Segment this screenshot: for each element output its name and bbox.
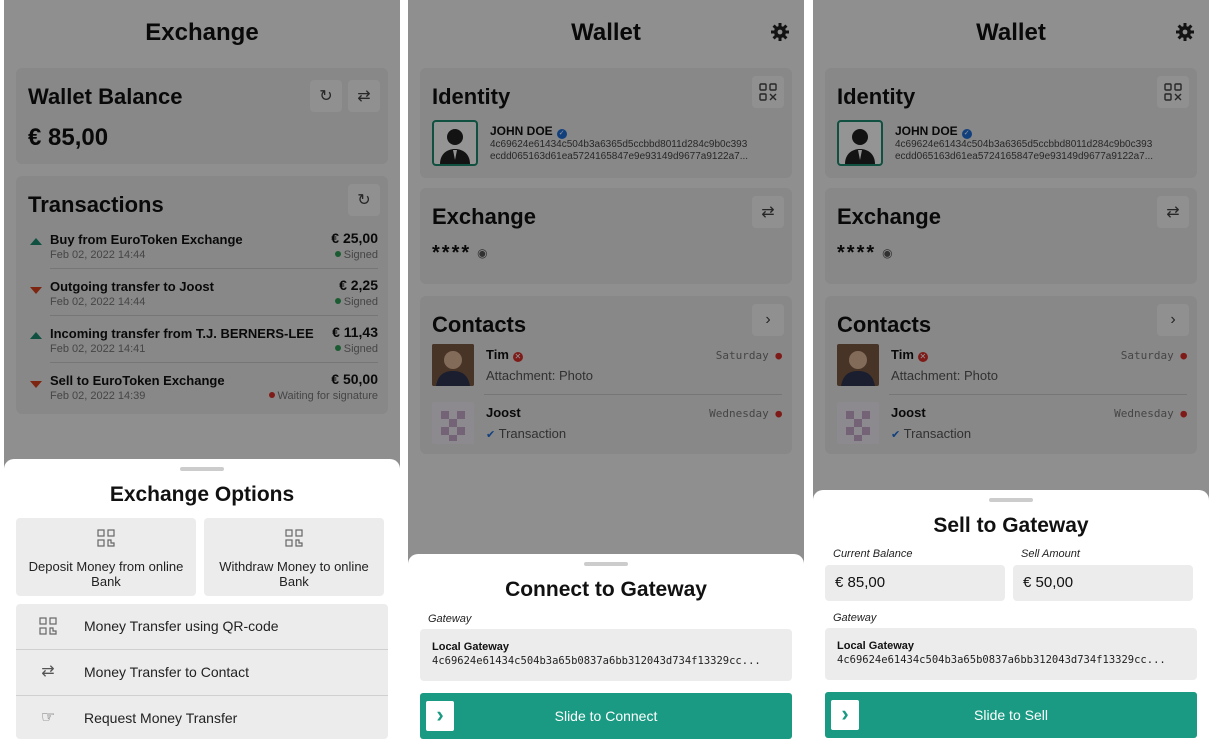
sheet-drag-handle[interactable] — [180, 467, 224, 471]
sell-gateway-sheet: Sell to Gateway Current Balance Sell Amo… — [813, 490, 1209, 749]
withdraw-button[interactable]: Withdraw Money to online Bank — [204, 518, 384, 596]
sheet-title: Sell to Gateway — [933, 514, 1089, 537]
request-transfer-option[interactable]: ☞ Request Money Transfer — [16, 696, 388, 741]
gateway-public-key: 4c69624e61434c504b3a65b0837a6bb312043d73… — [837, 654, 1166, 666]
current-balance-value: 85,00 — [847, 574, 886, 591]
connect-gateway-sheet: Connect to Gateway Gateway Local Gateway… — [408, 554, 804, 749]
qr-transfer-option[interactable]: Money Transfer using QR-code — [16, 604, 388, 649]
sheet-title: Connect to Gateway — [505, 578, 707, 601]
gateway-name: Local Gateway — [837, 640, 915, 652]
transfer-arrows-icon: ⇄ — [41, 663, 55, 680]
sheet-drag-handle[interactable] — [584, 562, 628, 566]
sell-amount-input[interactable]: € 50,00 — [1013, 565, 1193, 601]
sell-amount-label: Sell Amount — [1021, 548, 1080, 560]
withdraw-label: Withdraw Money to online Bank — [219, 559, 369, 589]
option-label: Request Money Transfer — [84, 710, 238, 726]
deposit-button[interactable]: Deposit Money from online Bank — [16, 518, 196, 596]
slider-label: Slide to Sell — [974, 707, 1048, 723]
slide-to-connect[interactable]: › Slide to Connect — [420, 693, 792, 739]
current-balance-field: € 85,00 — [825, 565, 1005, 601]
wallet-screen-connect: Wallet Identity JOHN DOE ✓ 4c69624e61434c… — [408, 0, 804, 749]
gateway-label: Gateway — [833, 612, 877, 624]
current-balance-label: Current Balance — [833, 548, 913, 560]
qr-code-icon — [16, 528, 196, 551]
exchange-options-sheet: Exchange Options Deposit Money from onli… — [4, 459, 400, 749]
screenshot-root: Exchange Wallet Balance ↻ ⇄ € 85,00 Tran… — [0, 0, 1209, 749]
hand-money-icon: ☞ — [40, 709, 56, 726]
currency-symbol: € — [835, 574, 844, 591]
qr-code-icon — [36, 616, 60, 636]
gateway-label: Gateway — [428, 613, 472, 625]
wallet-screen-sell: Wallet Identity JOHN DOE ✓ 4c69624e61434c… — [813, 0, 1209, 749]
sheet-title: Exchange Options — [109, 483, 295, 506]
slide-to-sell[interactable]: › Slide to Sell — [825, 692, 1197, 738]
option-label: Money Transfer using QR-code — [84, 618, 279, 634]
contact-transfer-option[interactable]: ⇄ Money Transfer to Contact — [16, 650, 388, 695]
qr-code-icon — [204, 528, 384, 551]
gateway-selector[interactable]: Local Gateway 4c69624e61434c504b3a65b083… — [420, 629, 792, 681]
sell-amount-value: 50,00 — [1035, 574, 1074, 591]
gateway-selector[interactable]: Local Gateway 4c69624e61434c504b3a65b083… — [825, 628, 1197, 680]
currency-symbol: € — [1023, 574, 1032, 591]
deposit-label: Deposit Money from online Bank — [28, 559, 184, 589]
sheet-drag-handle[interactable] — [989, 498, 1033, 502]
gateway-public-key: 4c69624e61434c504b3a65b0837a6bb312043d73… — [432, 655, 761, 667]
exchange-screen: Exchange Wallet Balance ↻ ⇄ € 85,00 Tran… — [4, 0, 400, 749]
gateway-name: Local Gateway — [432, 641, 510, 653]
option-label: Money Transfer to Contact — [84, 664, 249, 680]
exchange-options-list: Money Transfer using QR-code ⇄ Money Tra… — [16, 604, 388, 739]
slider-label: Slide to Connect — [554, 708, 658, 724]
